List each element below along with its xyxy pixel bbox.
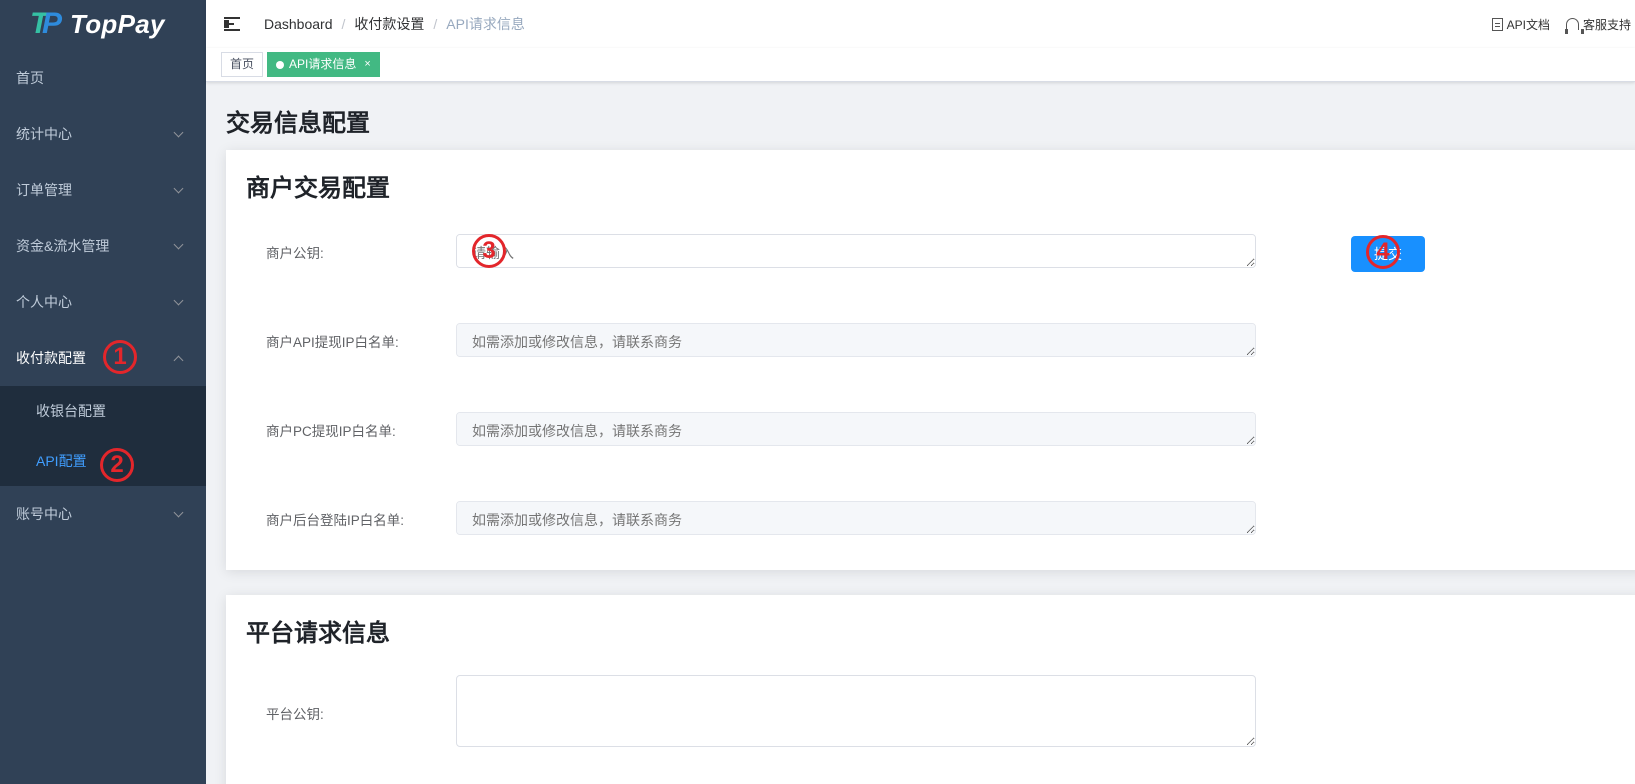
form-row-api-withdraw-ip: 商户API提现IP白名单: [226, 323, 1326, 357]
api-withdraw-ip-whitelist-input[interactable] [456, 323, 1256, 357]
navbar: Dashboard / 收付款设置 / API请求信息 API文档 客服支持 [206, 0, 1635, 48]
annotation-marker-1: 1 [103, 340, 137, 374]
breadcrumb: Dashboard / 收付款设置 / API请求信息 [264, 14, 525, 34]
sidebar-item-home[interactable]: 首页 [0, 50, 206, 106]
api-docs-link[interactable]: API文档 [1491, 16, 1550, 33]
breadcrumb-current: API请求信息 [446, 16, 525, 32]
main-content: 交易信息配置 商户交易配置 商户公钥: 3 商户API提现IP白名单: 商户PC… [206, 83, 1635, 784]
api-docs-label: API文档 [1506, 17, 1550, 32]
pc-withdraw-ip-whitelist-input[interactable] [456, 412, 1256, 446]
sidebar-item-label: 收付款配置 [16, 350, 86, 366]
sidebar: TP TopPay 首页 统计中心 订单管理 资金&流水管理 个人中心 收付款配… [0, 0, 206, 784]
form-row-platform-public-key: 平台公钥: [226, 675, 1326, 747]
chevron-up-icon [173, 355, 184, 365]
chevron-down-icon [173, 239, 184, 249]
form-label: 商户公钥: [266, 246, 324, 261]
sidebar-item-funds[interactable]: 资金&流水管理 [0, 218, 206, 274]
headset-icon [1564, 18, 1584, 34]
form-row-admin-login-ip: 商户后台登陆IP白名单: [226, 501, 1326, 535]
close-icon[interactable]: × [364, 53, 370, 76]
form-row-merchant-public-key: 商户公钥: 3 [226, 234, 1326, 268]
form-label: 商户后台登陆IP白名单: [266, 513, 405, 528]
form-label: 商户PC提现IP白名单: [266, 424, 396, 439]
tag-current[interactable]: API请求信息 × [267, 52, 380, 77]
sidebar-item-label: 订单管理 [16, 182, 72, 198]
sidebar-item-label: API配置 [36, 453, 87, 469]
active-dot-icon [276, 60, 285, 69]
merchant-config-card: 商户交易配置 商户公钥: 3 商户API提现IP白名单: 商户PC提现IP白名单… [226, 150, 1635, 570]
annotation-marker-2: 2 [100, 448, 134, 482]
sidebar-item-cashier-config[interactable]: 收银台配置 [0, 386, 206, 436]
support-label: 客服支持 [1582, 17, 1631, 32]
sidebar-item-payment-config[interactable]: 收付款配置 1 [0, 330, 206, 386]
annotation-marker-3: 3 [472, 234, 506, 268]
tag-home[interactable]: 首页 [221, 52, 264, 77]
sidebar-item-label: 个人中心 [16, 294, 72, 310]
breadcrumb-dashboard[interactable]: Dashboard [264, 16, 333, 32]
form-label: 平台公钥: [266, 707, 324, 722]
chevron-down-icon [173, 127, 184, 137]
logo-text: TopPay [70, 8, 165, 39]
breadcrumb-payment-settings[interactable]: 收付款设置 [354, 14, 424, 34]
submenu-payment-config: 收银台配置 API配置 2 [0, 386, 206, 486]
card-title: 平台请求信息 [246, 620, 390, 647]
platform-info-card: 平台请求信息 平台公钥: [226, 595, 1635, 784]
breadcrumb-separator: / [433, 16, 438, 32]
document-icon [1491, 17, 1503, 31]
annotation-marker-4: 4 [1366, 235, 1400, 269]
tags-view: 首页 API请求信息 × [206, 48, 1635, 82]
hamburger-icon[interactable] [224, 17, 240, 31]
breadcrumb-separator: / [341, 16, 346, 32]
sidebar-item-statistics[interactable]: 统计中心 [0, 106, 206, 162]
card-title: 商户交易配置 [246, 175, 390, 202]
sidebar-item-label: 账号中心 [16, 506, 72, 522]
logo[interactable]: TP TopPay [0, 0, 206, 48]
right-menu: API文档 客服支持 [1491, 0, 1635, 48]
sidebar-item-label: 资金&流水管理 [16, 238, 110, 254]
sidebar-item-account[interactable]: 账号中心 [0, 486, 206, 542]
sidebar-item-api-config[interactable]: API配置 2 [0, 436, 206, 486]
sidebar-item-orders[interactable]: 订单管理 [0, 162, 206, 218]
admin-login-ip-whitelist-input[interactable] [456, 501, 1256, 535]
sidebar-item-label: 首页 [16, 70, 44, 86]
sidebar-item-label: 收银台配置 [36, 403, 106, 419]
chevron-down-icon [173, 507, 184, 517]
tag-label: 首页 [230, 57, 255, 71]
sidebar-item-label: 统计中心 [16, 126, 72, 142]
form-row-pc-withdraw-ip: 商户PC提现IP白名单: [226, 412, 1326, 446]
page-title: 交易信息配置 [226, 110, 370, 137]
platform-public-key-input[interactable] [456, 675, 1256, 747]
merchant-public-key-input[interactable] [456, 234, 1256, 268]
logo-mark-icon: TP [30, 7, 63, 40]
chevron-down-icon [173, 183, 184, 193]
tag-label: API请求信息 [289, 57, 357, 71]
chevron-down-icon [173, 295, 184, 305]
form-label: 商户API提现IP白名单: [266, 335, 399, 350]
support-link[interactable]: 客服支持 [1564, 16, 1631, 34]
sidebar-item-profile[interactable]: 个人中心 [0, 274, 206, 330]
